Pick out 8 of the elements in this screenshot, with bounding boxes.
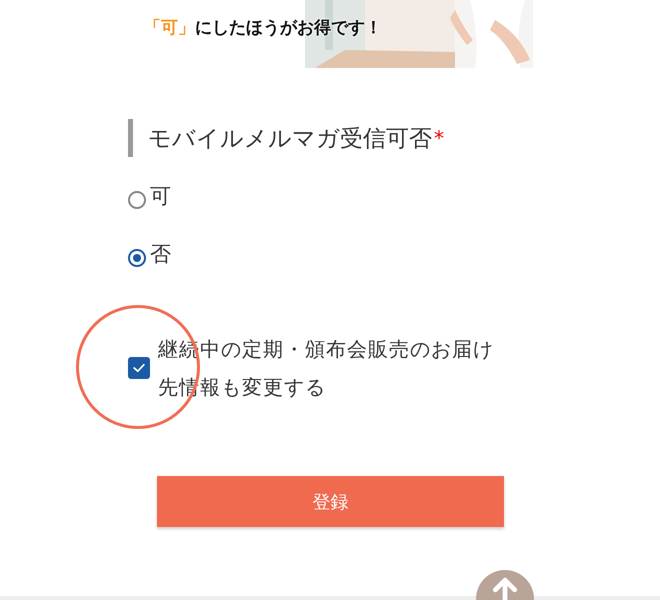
- radio-button[interactable]: [128, 191, 146, 209]
- field-label: モバイルメルマガ受信可否: [148, 124, 432, 154]
- promo-text: 「可」にしたほうがお得です！: [144, 17, 382, 40]
- checkbox[interactable]: [128, 357, 150, 379]
- required-mark: *: [434, 126, 444, 150]
- radio-button[interactable]: [128, 249, 146, 267]
- radio-label[interactable]: 否: [150, 240, 171, 268]
- radio-label[interactable]: 可: [150, 182, 171, 210]
